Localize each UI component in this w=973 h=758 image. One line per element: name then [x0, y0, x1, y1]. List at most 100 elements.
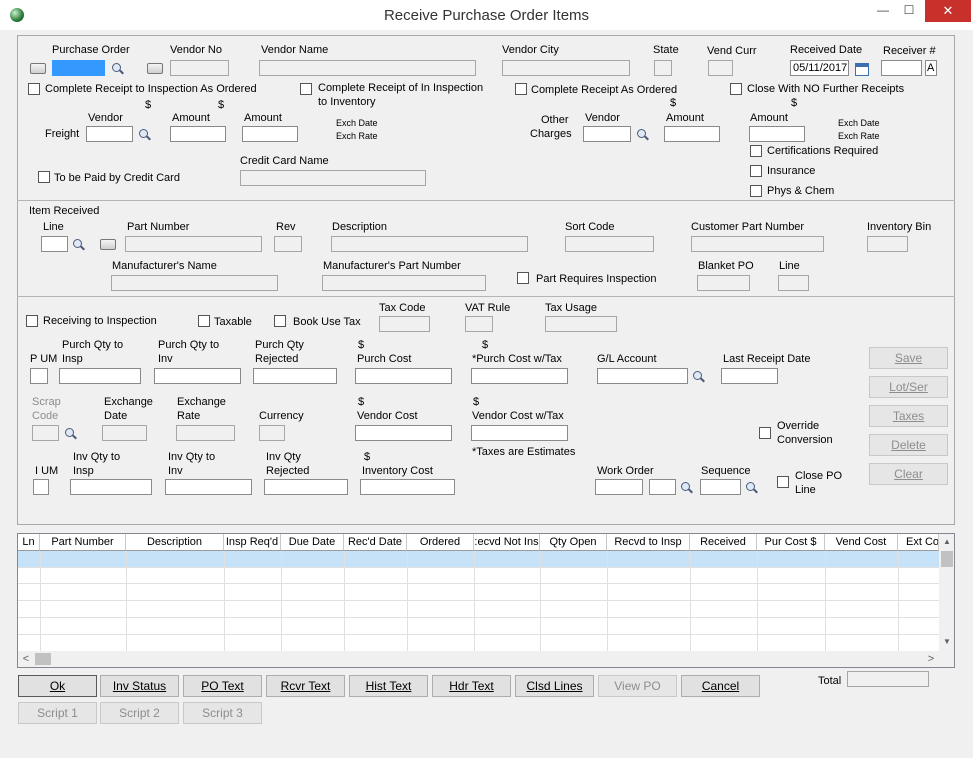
column-header[interactable]: Part Number	[40, 534, 126, 551]
column-header[interactable]: Ln	[18, 534, 40, 551]
freight-vendor-lookup-icon[interactable]	[138, 128, 152, 142]
vat-rule-input[interactable]	[465, 316, 493, 332]
phys-chem-checkbox[interactable]	[750, 185, 762, 197]
receiving-to-inspection-checkbox[interactable]	[26, 315, 38, 327]
vendor-cost-input[interactable]	[355, 425, 452, 441]
clsd-lines-button[interactable]: Clsd Lines	[515, 675, 594, 697]
other-vendor-lookup-icon[interactable]	[636, 128, 650, 142]
inv-qty-rejected-input[interactable]	[264, 479, 348, 495]
scrap-code-input[interactable]	[32, 425, 59, 441]
scrap-code-lookup-icon[interactable]	[64, 427, 78, 441]
column-header[interactable]: Received	[690, 534, 757, 551]
purch-cost-tax-input[interactable]	[471, 368, 568, 384]
cancel-button[interactable]: Cancel	[681, 675, 760, 697]
hdr-text-button[interactable]: Hdr Text	[432, 675, 511, 697]
rcvr-text-button[interactable]: Rcvr Text	[266, 675, 345, 697]
gl-account-input[interactable]	[597, 368, 688, 384]
line-input[interactable]	[41, 236, 68, 252]
manufacturer-name-input[interactable]	[111, 275, 278, 291]
complete-receipt-inspection-checkbox[interactable]	[28, 83, 40, 95]
ok-button[interactable]: Ok	[18, 675, 97, 697]
vendor-name-input[interactable]	[259, 60, 476, 76]
vendor-city-input[interactable]	[502, 60, 630, 76]
script-2-button[interactable]: Script 2	[100, 702, 179, 724]
rev-input[interactable]	[274, 236, 302, 252]
other-amount-input[interactable]	[664, 126, 720, 142]
credit-card-name-input[interactable]	[240, 170, 426, 186]
freight-vendor-input[interactable]	[86, 126, 133, 142]
sequence-lookup-icon[interactable]	[745, 481, 759, 495]
vendor-no-input[interactable]	[170, 60, 229, 76]
complete-receipt-as-ordered-checkbox[interactable]	[515, 83, 527, 95]
scroll-down-icon[interactable]: ▼	[939, 634, 954, 650]
freight-amount2-input[interactable]	[242, 126, 298, 142]
i-um-input[interactable]	[33, 479, 49, 495]
horizontal-scroll-thumb[interactable]	[35, 653, 51, 665]
scroll-left-icon[interactable]: <	[18, 651, 34, 667]
paid-by-credit-card-checkbox[interactable]	[38, 171, 50, 183]
work-order-lookup-icon[interactable]	[680, 481, 694, 495]
last-receipt-date-input[interactable]	[721, 368, 778, 384]
received-items-grid[interactable]: Ln Part Number Description Insp Req'd Du…	[17, 533, 955, 668]
gl-account-lookup-icon[interactable]	[692, 370, 706, 384]
vendor-cost-tax-input[interactable]	[471, 425, 568, 441]
sort-code-input[interactable]	[565, 236, 654, 252]
purch-qty-rejected-input[interactable]	[253, 368, 337, 384]
other-vendor-input[interactable]	[583, 126, 631, 142]
po-search-button[interactable]	[30, 63, 46, 74]
other-amount2-input[interactable]	[749, 126, 805, 142]
work-order-suffix-input[interactable]	[649, 479, 676, 495]
customer-part-number-input[interactable]	[691, 236, 824, 252]
column-header[interactable]: Insp Req'd	[224, 534, 281, 551]
column-header[interactable]: Rec'd Date	[344, 534, 407, 551]
minimize-icon[interactable]: —	[869, 0, 897, 22]
description-input[interactable]	[331, 236, 528, 252]
vend-curr-input[interactable]	[708, 60, 733, 76]
blanket-line-input[interactable]	[778, 275, 809, 291]
maximize-icon[interactable]: ☐	[895, 0, 923, 22]
vertical-scrollbar[interactable]: ▲ ▼	[939, 534, 954, 651]
lot-ser-button[interactable]: Lot/Ser	[869, 376, 948, 398]
exchange-date-input[interactable]	[102, 425, 147, 441]
inventory-bin-input[interactable]	[867, 236, 908, 252]
po-lookup-icon[interactable]	[111, 62, 125, 76]
vertical-scroll-thumb[interactable]	[941, 551, 953, 567]
close-icon[interactable]: ✕	[925, 0, 971, 22]
column-header[interactable]: Due Date	[281, 534, 344, 551]
part-requires-inspection-checkbox[interactable]	[517, 272, 529, 284]
part-number-input[interactable]	[125, 236, 262, 252]
scroll-right-icon[interactable]: >	[923, 651, 939, 667]
state-input[interactable]	[654, 60, 672, 76]
column-header[interactable]: Description	[126, 534, 224, 551]
column-header[interactable]: Pur Cost $	[757, 534, 825, 551]
certifications-required-checkbox[interactable]	[750, 145, 762, 157]
work-order-input[interactable]	[595, 479, 643, 495]
inv-qty-inv-input[interactable]	[165, 479, 252, 495]
p-um-input[interactable]	[30, 368, 48, 384]
book-use-tax-checkbox[interactable]	[274, 315, 286, 327]
vendor-search-button[interactable]	[147, 63, 163, 74]
part-search-button[interactable]	[100, 239, 116, 250]
close-po-line-checkbox[interactable]	[777, 476, 789, 488]
horizontal-scrollbar[interactable]: < >	[18, 651, 954, 667]
taxable-checkbox[interactable]	[198, 315, 210, 327]
script-3-button[interactable]: Script 3	[183, 702, 262, 724]
sequence-input[interactable]	[700, 479, 741, 495]
table-row-selected[interactable]	[18, 551, 939, 567]
insurance-checkbox[interactable]	[750, 165, 762, 177]
receiver-suffix-input[interactable]: A	[925, 60, 937, 76]
column-header[interactable]: Vend Cost	[825, 534, 898, 551]
save-button[interactable]: Save	[869, 347, 948, 369]
hist-text-button[interactable]: Hist Text	[349, 675, 428, 697]
tax-code-input[interactable]	[379, 316, 430, 332]
line-lookup-icon[interactable]	[72, 238, 86, 252]
taxes-button[interactable]: Taxes	[869, 405, 948, 427]
view-po-button[interactable]: View PO	[598, 675, 677, 697]
po-text-button[interactable]: PO Text	[183, 675, 262, 697]
blanket-po-input[interactable]	[697, 275, 750, 291]
manufacturer-part-input[interactable]	[322, 275, 486, 291]
exchange-rate-input[interactable]	[176, 425, 235, 441]
tax-usage-input[interactable]	[545, 316, 617, 332]
column-header[interactable]: Ext Co	[898, 534, 939, 551]
complete-receipt-in-inspection-checkbox[interactable]	[300, 83, 312, 95]
